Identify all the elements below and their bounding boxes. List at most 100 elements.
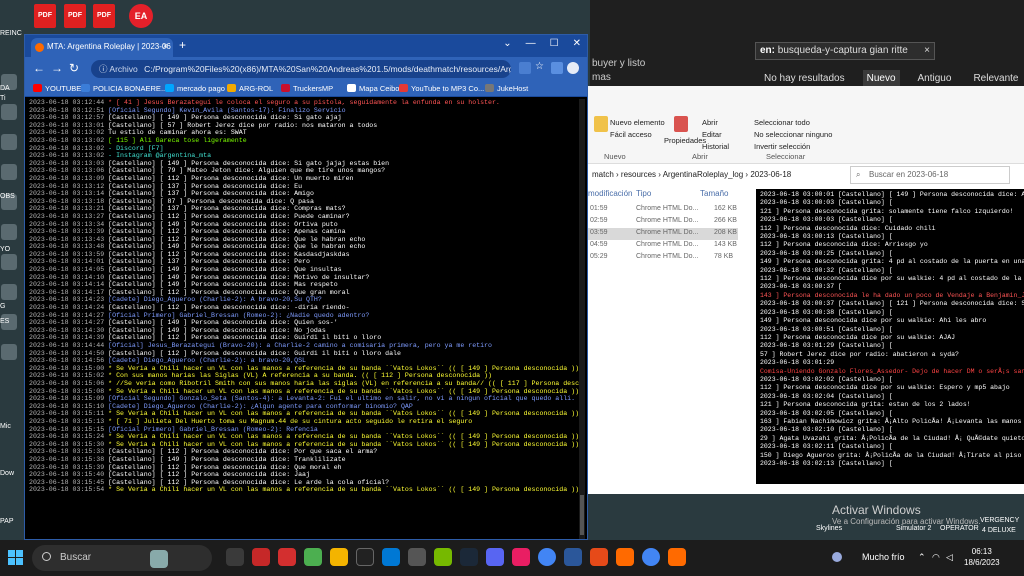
file-row-selected[interactable]: 03:59 Chrome HTML Do... 208 KB [588,228,738,240]
speaker-icon[interactable]: ◁ [946,552,953,563]
mta-icon[interactable] [616,548,634,566]
desktop-shortcut-icon[interactable] [1,344,17,360]
desktop-icon-pdf-3[interactable]: PDF [90,4,118,28]
reload-icon[interactable]: ↻ [69,61,79,75]
chevron-down-icon[interactable]: ⌄ [503,38,511,49]
column-size[interactable]: Tamaño [700,189,728,198]
windows-start-icon[interactable] [8,550,24,566]
chrome-icon[interactable] [538,548,556,566]
invert-selection-button[interactable]: Invertir selección [754,142,810,151]
app-icon[interactable] [356,548,374,566]
tab-antiguo[interactable]: Antiguo [914,70,956,87]
minimize-icon[interactable]: — [526,38,536,49]
desktop-icon-pdf-2[interactable]: PDF [61,4,89,28]
extensions-icon[interactable] [551,62,563,74]
bookmark-item[interactable]: POLICIA BONAERE... [81,84,167,93]
xbox-icon[interactable] [304,548,322,566]
select-none-button[interactable]: No seleccionar ninguno [754,130,832,139]
system-clock[interactable]: 06:13 18/6/2023 [964,546,1000,568]
address-bar[interactable]: match › resources › ArgentinaRoleplay_lo… [588,166,1024,186]
log-line: 2023-06-18 03:14:05 [Castellano] [ 149 ]… [29,266,581,274]
address-bar[interactable]: ⓘ Archivo C:/Program%20Files%20(x86)/MTA… [91,60,511,78]
store-icon[interactable] [382,548,400,566]
log-message: [Castellano] [ 112 ] Persona desconocida… [108,250,350,258]
bookmark-item[interactable]: mercado pago [165,84,225,93]
breadcrumb-item[interactable]: 2023-06-18 [750,170,791,179]
chevron-up-icon[interactable]: ⌃ [918,552,926,563]
app-icon[interactable] [512,548,530,566]
weather-text[interactable]: Mucho frío [862,552,905,562]
desktop-shortcut-icon[interactable] [1,164,17,180]
bookmark-item[interactable]: Mapa Ceibo [347,84,399,93]
steam-icon[interactable] [460,548,478,566]
edit-button[interactable]: Editar [702,130,722,139]
log-timestamp: 2023-06-18 03:15:09 [29,395,105,403]
log-line: 29 ] Agata Uvazahi grita: Â¡PolicÃa de l… [760,434,1024,442]
app-icon[interactable] [590,548,608,566]
profile-avatar[interactable] [567,62,579,74]
maximize-icon[interactable]: ☐ [550,38,559,49]
discord-icon[interactable] [486,548,504,566]
properties-button[interactable]: Propiedades [664,136,706,145]
bookmark-item[interactable]: YOUTUBE [33,84,81,93]
log-line: 2023-06-18 03:15:09 [Oficial Segundo] Go… [29,395,581,403]
mta-icon[interactable] [668,548,686,566]
word-icon[interactable] [564,548,582,566]
desktop-shortcut-icon[interactable] [1,224,17,240]
file-row[interactable]: 05:29 Chrome HTML Do... 78 KB [588,252,738,264]
close-icon[interactable]: ✕ [573,38,581,49]
chrome-icon[interactable] [642,548,660,566]
taskbar-search-input[interactable]: Buscar [32,545,212,571]
bookmark-item[interactable]: ARG-ROL [227,84,273,93]
netflix-icon[interactable] [278,548,296,566]
file-row[interactable]: 02:59 Chrome HTML Do... 266 KB [588,216,738,228]
breadcrumb-item[interactable]: ArgentinaRoleplay_log [663,170,744,179]
tab-nuevo[interactable]: Nuevo [862,70,900,87]
wifi-icon[interactable]: ◠ [932,552,940,563]
open-button[interactable]: Abrir [702,118,718,127]
easy-access-button[interactable]: Fácil acceso [610,130,652,139]
close-icon[interactable]: × [163,41,168,51]
app-icon[interactable] [408,548,426,566]
desktop-shortcut-icon[interactable] [1,134,17,150]
task-view-icon[interactable] [226,548,244,566]
desktop-shortcut-icon[interactable] [1,104,17,120]
column-type[interactable]: Tipo [636,189,651,198]
new-item-button[interactable]: Nuevo elemento [610,118,665,127]
nvidia-icon[interactable] [434,548,452,566]
share-icon[interactable] [519,62,531,74]
log-timestamp: 2023-06-18 03:12:44 [29,99,105,106]
search-query-input[interactable]: en: busqueda-y-captura gian ritte × [755,42,935,60]
desktop-label: Ti [0,95,6,102]
desktop-shortcut-icon[interactable] [1,284,17,300]
select-all-button[interactable]: Seleccionar todo [754,118,810,127]
desktop-shortcut-icon[interactable] [1,254,17,270]
star-icon[interactable]: ☆ [535,61,547,73]
back-icon[interactable]: ← [33,61,45,75]
browser-tab-active[interactable]: MTA: Argentina Roleplay | 2023-06 × [31,38,173,57]
column-modified[interactable]: modificación [588,189,632,198]
breadcrumb-item[interactable]: resources [621,170,656,179]
sa-app-icon[interactable] [252,548,270,566]
history-button[interactable]: Historial [702,142,729,151]
bookmark-item[interactable]: YouTube to MP3 Co... [399,84,484,93]
scrollbar-thumb[interactable] [580,495,584,535]
desktop-icon-ea[interactable]: EA [127,4,155,28]
file-explorer-icon[interactable] [330,548,348,566]
close-icon[interactable]: × [924,45,930,56]
breadcrumb-item[interactable]: match [592,170,614,179]
forward-icon[interactable]: → [51,61,63,75]
desktop-icon-pdf-1[interactable]: PDF [31,4,59,28]
bookmark-item[interactable]: TruckersMP [281,84,333,93]
bookmark-item[interactable]: JukeHost [485,84,528,93]
scrollbar[interactable] [579,99,585,539]
tab-relevante[interactable]: Relevante [969,70,1022,87]
file-row[interactable]: 01:59 Chrome HTML Do... 162 KB [588,204,738,216]
log-line: 2023-06-18 03:12:57 [Castellano] [ 149 ]… [29,114,581,122]
folder-search-input[interactable]: ⌕ Buscar en 2023-06-18 [850,166,1010,184]
log-timestamp: 2023-06-18 03:15:24 [29,433,105,441]
info-icon[interactable]: ⓘ [99,64,108,74]
desktop-label: 4 DELUXE [982,527,1016,534]
new-tab-icon[interactable]: + [179,38,186,52]
file-row[interactable]: 04:59 Chrome HTML Do... 143 KB [588,240,738,252]
